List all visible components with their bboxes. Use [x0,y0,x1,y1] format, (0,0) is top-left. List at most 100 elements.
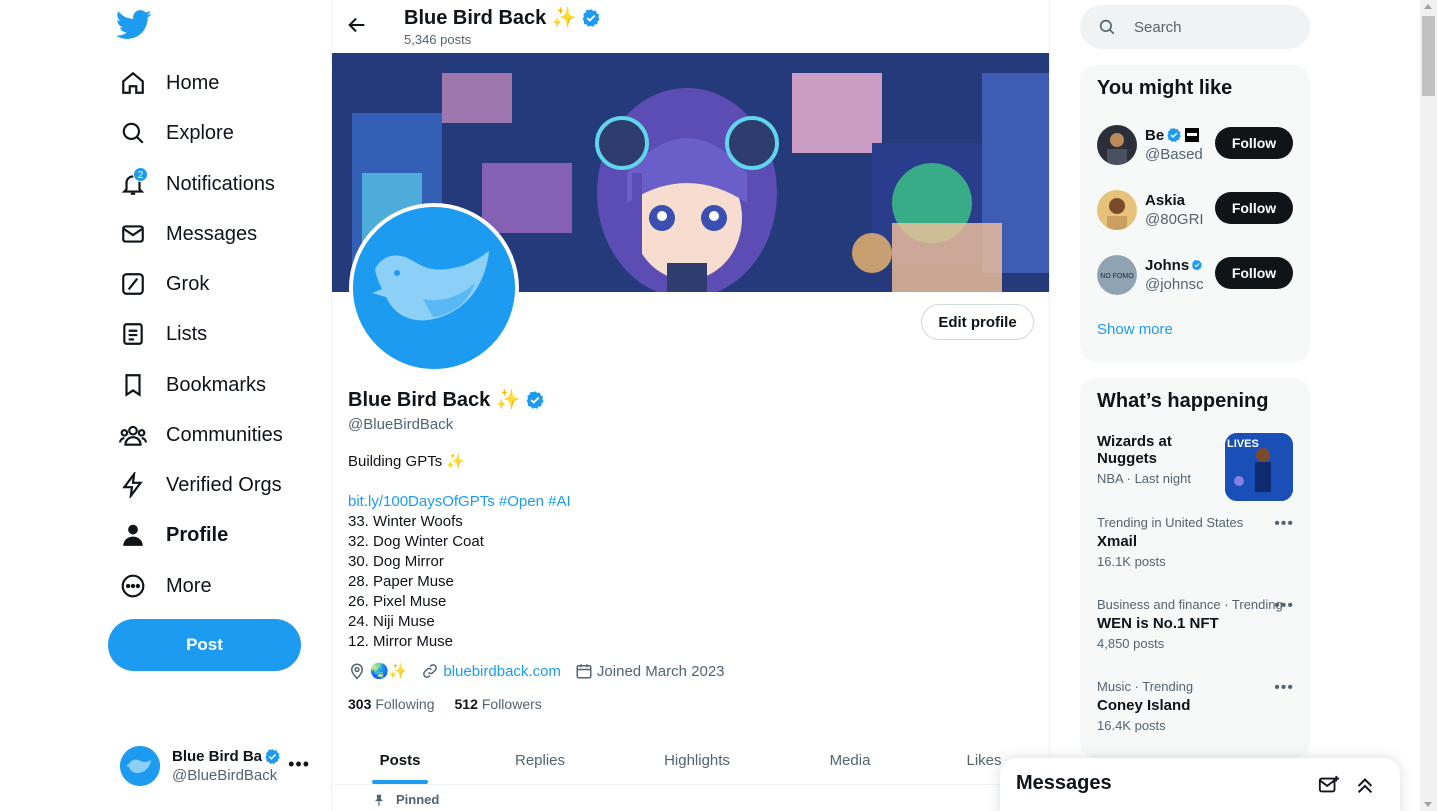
nav-notifications[interactable]: 2 Notifications [116,162,275,206]
nav-label: Notifications [166,172,275,195]
whats-happening-card: What’s happening Wizards at Nuggets NBA … [1080,378,1310,758]
svg-text:LIVES: LIVES [1227,438,1259,450]
nav-home[interactable]: Home [116,61,219,105]
follow-button[interactable]: Follow [1215,192,1293,224]
trend-context: Music · Trending [1097,679,1194,694]
website-link[interactable]: bluebirdback.com [443,663,561,680]
svg-text:NO FOMO: NO FOMO [1100,273,1134,280]
account-name: Blue Bird Ba [172,748,263,765]
website[interactable]: bluebirdback.com [421,662,561,680]
nav-messages[interactable]: Messages [116,212,257,256]
post-button[interactable]: Post [108,619,301,671]
mail-icon [116,217,150,251]
verified-icon [526,390,544,409]
lightning-icon [116,468,150,502]
expand-up-icon[interactable] [1354,774,1376,801]
follow-button[interactable]: Follow [1215,127,1293,159]
location-pin-icon [350,663,364,680]
avatar [120,746,160,786]
following-count: 303 [348,696,372,712]
header-title: Blue Bird Back ✨ [404,7,577,29]
tab-highlights[interactable]: Highlights [612,735,782,785]
show-more-link[interactable]: Show more [1080,307,1310,356]
back-arrow-icon[interactable] [346,14,370,38]
more-dots-icon[interactable]: ••• [1274,597,1294,615]
follow-button[interactable]: Follow [1215,257,1293,289]
bio-line: 26. Pixel Muse [348,593,447,610]
nav-label: Home [166,71,220,94]
verified-icon [1167,128,1182,142]
suggestion-handle: @Based [1145,145,1203,163]
scroll-down-arrow-icon[interactable] [1424,802,1432,807]
hashtag-link[interactable]: #Open [499,493,544,510]
nav-label: Verified Orgs [166,473,282,496]
grok-icon [116,267,150,301]
bio-line: 28. Paper Muse [348,573,454,590]
nav-label: Messages [166,222,258,245]
profile-avatar[interactable] [349,203,519,373]
scrollbar-thumb[interactable] [1422,16,1435,96]
suggestion-item[interactable]: Be @Based Follow [1080,112,1310,177]
scroll-up-arrow-icon[interactable] [1424,4,1432,9]
nav-communities[interactable]: Communities [116,413,283,457]
trend-item[interactable]: Music · Trending Coney Island 16.4K post… [1080,671,1310,753]
suggestion-handle: @80GRI [1145,210,1203,228]
suggestion-name: Be [1145,126,1165,144]
trend-title: Coney Island [1097,697,1191,714]
bio-line: 32. Dog Winter Coat [348,533,484,550]
tab-media[interactable]: Media [782,735,918,785]
card-title: You might like [1097,77,1233,99]
hashtag-link[interactable]: #AI [548,493,571,510]
nav-explore[interactable]: Explore [116,111,234,155]
avatar [1097,124,1137,165]
account-handle: @BlueBirdBack [172,767,278,784]
pinned-indicator: Pinned [372,792,439,807]
trend-item[interactable]: Wizards at Nuggets NBA · Last night LIVE… [1080,425,1310,507]
trend-context: Trending in United States [1097,515,1244,530]
trend-subtitle: 16.4K posts [1097,718,1166,733]
nav-more[interactable]: More [116,564,212,608]
tab-posts[interactable]: Posts [332,735,468,785]
edit-profile-button[interactable]: Edit profile [921,304,1034,340]
twitter-logo-icon[interactable] [116,10,154,44]
search-box[interactable] [1080,5,1310,49]
profile-meta: 🌏✨ bluebirdback.com Joined March 2023 [348,662,739,680]
pinned-label: Pinned [396,792,440,807]
trend-item[interactable]: Trending in United States Xmail 16.1K po… [1080,507,1310,589]
bio-line: 24. Niji Muse [348,613,435,630]
verified-icon [265,749,280,764]
suggestion-item[interactable]: NO FOMO Johns @johnsc Follow [1080,242,1310,307]
verified-icon [1192,259,1203,271]
pin-icon [374,794,384,806]
new-message-icon[interactable] [1318,774,1340,801]
person-icon [116,518,150,552]
nav-lists[interactable]: Lists [116,312,207,356]
trend-title: Xmail [1097,533,1138,550]
nav-label: Bookmarks [166,373,267,396]
search-input[interactable] [1134,18,1284,36]
nav-label: Lists [166,322,208,345]
profile-bio: Building GPTs ✨ bit.ly/100DaysOfGPTs #Op… [348,452,571,652]
trend-subtitle: 4,850 posts [1097,636,1165,651]
profile-column: Blue Bird Back ✨ 5,346 posts Edit profil… [331,0,1050,811]
tab-replies[interactable]: Replies [468,735,612,785]
more-dots-icon[interactable]: ••• [1274,679,1294,697]
more-dots-icon[interactable]: ••• [288,754,310,775]
more-dots-icon[interactable]: ••• [1274,515,1294,533]
followers-link[interactable]: 512 Followers [455,696,542,712]
bio-link[interactable]: bit.ly/100DaysOfGPTs [348,493,495,510]
followers-count: 512 [454,696,478,712]
nav-profile[interactable]: Profile [116,513,228,557]
suggestion-item[interactable]: Askia @80GRI Follow [1080,177,1310,242]
nav-label: Grok [166,272,210,295]
following-link[interactable]: 303 Following [348,696,435,712]
account-switcher[interactable]: Blue Bird Ba @BlueBirdBack ••• [112,738,322,794]
bio-line: Building GPTs ✨ [348,453,466,470]
nav-verified-orgs[interactable]: Verified Orgs [116,463,282,507]
profile-display-name: Blue Bird Back ✨ [348,389,521,411]
messages-drawer[interactable]: Messages [1000,758,1400,811]
scrollbar[interactable] [1420,0,1437,811]
nav-grok[interactable]: Grok [116,262,209,306]
trend-item[interactable]: Business and finance · Trending WEN is N… [1080,589,1310,671]
nav-bookmarks[interactable]: Bookmarks [116,363,266,407]
